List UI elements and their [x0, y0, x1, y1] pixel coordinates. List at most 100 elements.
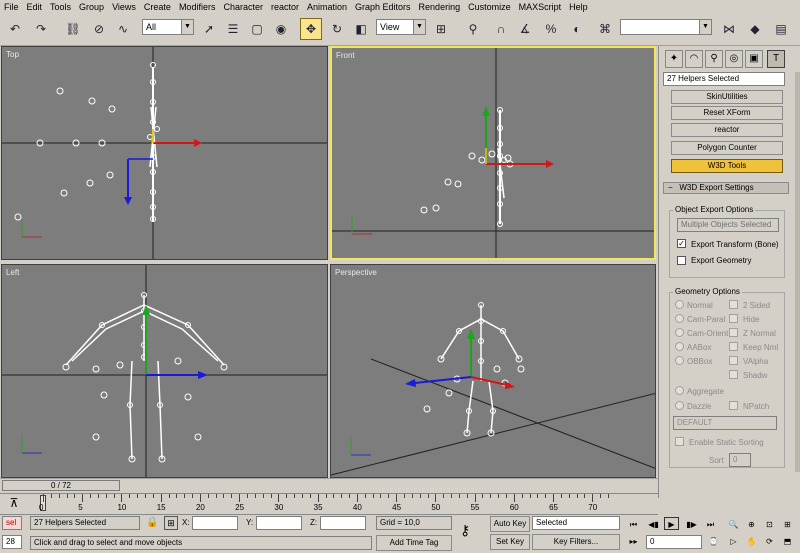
time-configuration-icon[interactable]: ⌚: [706, 535, 721, 548]
keep-nml-checkbox[interactable]: [729, 342, 738, 351]
pivot-center-icon[interactable]: ⊞: [430, 18, 452, 40]
add-time-tag-button[interactable]: Add Time Tag: [376, 535, 452, 551]
create-tab-icon[interactable]: ✦: [665, 50, 683, 68]
snap-toggle-icon[interactable]: ∩: [490, 18, 512, 40]
percent-snap-icon[interactable]: %: [540, 18, 562, 40]
arc-rotate-icon[interactable]: ⟳: [762, 535, 777, 548]
menu-item-reactor[interactable]: reactor: [271, 2, 299, 12]
modify-tab-icon[interactable]: ◠: [685, 50, 703, 68]
auto-key-button[interactable]: Auto Key: [490, 516, 530, 532]
maxscript-listener-field[interactable]: sel: [2, 516, 22, 530]
menu-item-help[interactable]: Help: [569, 2, 588, 12]
menu-item-file[interactable]: File: [4, 2, 19, 12]
export-transform-checkbox[interactable]: ✓: [677, 239, 686, 248]
select-and-move-icon[interactable]: ✥: [300, 18, 322, 40]
time-slider[interactable]: 0 / 72: [0, 478, 658, 492]
select-and-scale-icon[interactable]: ◧: [350, 18, 372, 40]
menu-item-modifiers[interactable]: Modifiers: [179, 2, 216, 12]
previous-frame-icon[interactable]: ◀▮: [646, 518, 661, 531]
menu-item-character[interactable]: Character: [223, 2, 263, 12]
command-panel-scrollbar[interactable]: [795, 72, 800, 472]
key-mode-dropdown[interactable]: Selected: [532, 516, 620, 530]
selection-name-field[interactable]: 27 Helpers Selected: [663, 72, 785, 86]
zoom-icon[interactable]: 🔍: [726, 518, 741, 531]
default-in-out-key-icon[interactable]: ⚷: [460, 522, 470, 539]
hierarchy-tab-icon[interactable]: ⚲: [705, 50, 723, 68]
x-coordinate-field[interactable]: [192, 516, 238, 530]
cam-orient-radio[interactable]: [675, 328, 684, 337]
z-coordinate-field[interactable]: [320, 516, 366, 530]
zoom-extents-icon[interactable]: ⊡: [762, 518, 777, 531]
set-key-button[interactable]: Set Key: [490, 534, 530, 550]
aabox-radio[interactable]: [675, 342, 684, 351]
sort-spinner[interactable]: 0: [729, 453, 751, 467]
menu-item-tools[interactable]: Tools: [50, 2, 71, 12]
go-to-start-icon[interactable]: ⏮: [626, 518, 641, 531]
named-selection-sets-dropdown[interactable]: ▼: [620, 19, 712, 35]
zoom-extents-all-icon[interactable]: ⊞: [780, 518, 795, 531]
zoom-all-icon[interactable]: ⊕: [744, 518, 759, 531]
hide-checkbox[interactable]: [729, 314, 738, 323]
viewport-top[interactable]: Top: [1, 46, 328, 260]
next-frame-icon[interactable]: ▮▶: [684, 518, 699, 531]
undo-icon[interactable]: ↶: [4, 18, 26, 40]
static-sorting-checkbox[interactable]: [675, 437, 684, 446]
absolute-mode-icon[interactable]: ⊞: [164, 516, 178, 530]
mirror-icon[interactable]: ⋈: [718, 18, 740, 40]
menu-item-edit[interactable]: Edit: [27, 2, 43, 12]
aggregate-radio[interactable]: [675, 386, 684, 395]
play-icon[interactable]: ▶: [664, 517, 679, 530]
z-normal-checkbox[interactable]: [729, 328, 738, 337]
viewport-front[interactable]: Front: [330, 46, 656, 260]
material-pass-dropdown[interactable]: DEFAULT: [673, 416, 777, 430]
y-coordinate-field[interactable]: [256, 516, 302, 530]
polygon-counter-button[interactable]: Polygon Counter: [671, 141, 783, 155]
menu-item-animation[interactable]: Animation: [307, 2, 347, 12]
select-object-icon[interactable]: ➚: [198, 18, 220, 40]
select-by-name-icon[interactable]: ☰: [222, 18, 244, 40]
dazzle-radio[interactable]: [675, 401, 684, 410]
motion-tab-icon[interactable]: ◎: [725, 50, 743, 68]
spinner-snap-icon[interactable]: ◐: [566, 18, 588, 40]
layer-manager-icon[interactable]: ▤: [770, 18, 792, 40]
reset-xform-button[interactable]: Reset XForm: [671, 106, 783, 120]
display-tab-icon[interactable]: ▣: [745, 50, 763, 68]
window-crossing-icon[interactable]: ◉: [270, 18, 292, 40]
viewport-left[interactable]: Left: [1, 264, 328, 478]
viewport-perspective[interactable]: Perspective: [330, 264, 656, 478]
unlink-icon[interactable]: ⊘: [88, 18, 110, 40]
rollout-header[interactable]: − W3D Export Settings: [663, 182, 789, 194]
reference-coordinate-dropdown[interactable]: View ▼: [376, 19, 426, 35]
normal-radio[interactable]: [675, 300, 684, 309]
menu-item-customize[interactable]: Customize: [468, 2, 511, 12]
track-bar[interactable]: ⊼ 0 5 10 15 20 25 30 35 40 45 50 55 60 65 70: [0, 493, 658, 515]
redo-icon[interactable]: ↷: [30, 18, 52, 40]
key-mode-toggle-icon[interactable]: ▸▸: [626, 535, 641, 548]
go-to-end-icon[interactable]: ⏭: [703, 518, 718, 531]
field-of-view-icon[interactable]: ▷: [726, 535, 741, 548]
align-icon[interactable]: ◆: [744, 18, 766, 40]
export-geometry-checkbox[interactable]: [677, 256, 686, 265]
select-and-link-icon[interactable]: ⛓: [62, 18, 84, 40]
obbox-radio[interactable]: [675, 356, 684, 365]
menu-item-create[interactable]: Create: [144, 2, 171, 12]
lock-icon[interactable]: 🔒: [146, 517, 158, 528]
skin-utilities-button[interactable]: SkinUtilities: [671, 90, 783, 104]
two-sided-checkbox[interactable]: [729, 300, 738, 309]
rectangular-selection-icon[interactable]: ▢: [246, 18, 268, 40]
utilities-tab-icon[interactable]: T: [767, 50, 785, 68]
select-and-manipulate-icon[interactable]: ⚲: [462, 18, 484, 40]
edit-named-selections-icon[interactable]: ⌘: [594, 18, 616, 40]
maxscript-frame-field[interactable]: 28: [2, 535, 22, 549]
select-and-rotate-icon[interactable]: ↻: [326, 18, 348, 40]
reactor-button[interactable]: reactor: [671, 123, 783, 137]
menu-item-group[interactable]: Group: [79, 2, 104, 12]
pan-icon[interactable]: ✋: [744, 535, 759, 548]
w3d-tools-button[interactable]: W3D Tools: [671, 159, 783, 173]
time-slider-knob[interactable]: 0 / 72: [2, 480, 120, 491]
npatch-checkbox[interactable]: [729, 401, 738, 410]
menu-item-graph-editors[interactable]: Graph Editors: [355, 2, 411, 12]
bind-space-warp-icon[interactable]: ∿: [112, 18, 134, 40]
menu-item-maxscript[interactable]: MAXScript: [519, 2, 562, 12]
key-filters-button[interactable]: Key Filters...: [532, 534, 620, 550]
